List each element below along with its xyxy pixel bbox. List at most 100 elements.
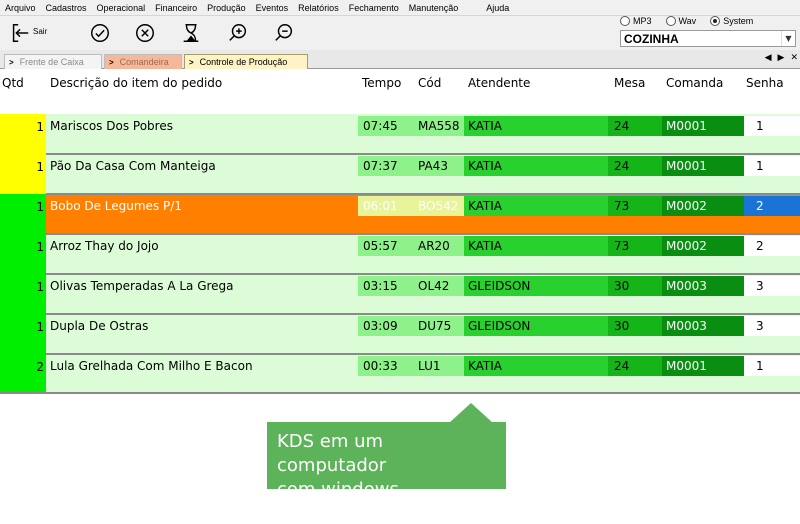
menu-relatorios[interactable]: Relatórios (293, 3, 344, 13)
exit-icon (12, 24, 29, 42)
menu-manutencao[interactable]: Manutenção (404, 3, 464, 13)
callout-pointer (449, 403, 493, 423)
tab-label: Controle de Produção (199, 57, 288, 67)
cell-desc: Pão Da Casa Com Manteiga (50, 159, 216, 173)
cell-qtd: 1 (36, 240, 44, 254)
cell-tempo: 07:37 (358, 156, 414, 176)
cell-senha: 3 (744, 276, 800, 296)
table-row[interactable]: 1 Olivas Temperadas A La Grega 03:15 OL42 GL… (0, 274, 800, 314)
zoom-out-icon (275, 24, 293, 41)
station-select[interactable]: COZINHA ▼ (620, 30, 796, 47)
tab-scroll-right-icon[interactable]: ▶ (778, 53, 785, 63)
cell-comanda: M0001 (662, 156, 744, 176)
cell-cod: OL42 (414, 276, 464, 296)
header-tempo: Tempo (362, 76, 402, 90)
cell-desc: Lula Grelhada Com Milho E Bacon (50, 359, 253, 373)
cell-desc: Mariscos Dos Pobres (50, 119, 173, 133)
cell-qtd: 1 (36, 160, 44, 174)
tab-scroll-left-icon[interactable]: ◀ (765, 53, 772, 63)
header-mesa: Mesa (614, 76, 646, 90)
table-row[interactable]: 1 Mariscos Dos Pobres 07:45 MA558 KATIA 24 M00… (0, 114, 800, 154)
confirm-button[interactable] (86, 19, 114, 47)
cell-qtd: 2 (36, 360, 44, 374)
cell-cod: BO542 (414, 196, 464, 216)
timer-button[interactable] (177, 19, 205, 47)
menu-cadastros[interactable]: Cadastros (41, 3, 92, 13)
cancel-button[interactable] (131, 19, 159, 47)
row-divider (46, 354, 800, 355)
cell-mesa: 24 (608, 116, 662, 136)
cell-mesa: 24 (608, 156, 662, 176)
menu-operacional[interactable]: Operacional (92, 3, 151, 13)
radio-dot-selected (710, 16, 721, 26)
table-row[interactable]: 1 Bobo De Legumes P/1 06:01 BO542 KATIA 73 M00… (0, 194, 800, 234)
cell-tempo: 00:33 (358, 356, 414, 376)
cell-tempo: 07:45 (358, 116, 414, 136)
chevron-right-icon: > (9, 57, 14, 67)
cell-comanda: M0001 (662, 356, 744, 376)
toolbar: Sair MP3 Wav System COZINHA ▼ (0, 16, 800, 50)
menu-bar: Arquivo Cadastros Operacional Financeiro… (0, 0, 800, 16)
cell-mesa: 73 (608, 236, 662, 256)
menu-ajuda[interactable]: Ajuda (481, 3, 514, 13)
cell-comanda: M0001 (662, 116, 744, 136)
zoom-in-button[interactable] (224, 19, 252, 47)
cell-qtd: 1 (36, 120, 44, 134)
cell-cod: AR20 (414, 236, 464, 256)
cell-atendente: KATIA (464, 236, 608, 256)
menu-fechamento[interactable]: Fechamento (344, 3, 404, 13)
cell-desc: Bobo De Legumes P/1 (50, 199, 182, 213)
cell-comanda: M0002 (662, 236, 744, 256)
chevron-right-icon: > (109, 57, 114, 67)
cell-senha: 1 (744, 156, 800, 176)
sound-options: MP3 Wav System (620, 16, 767, 26)
cell-atendente: KATIA (464, 356, 608, 376)
table-row[interactable]: 1 Dupla De Ostras 03:09 DU75 GLEIDSON 30 M0003… (0, 314, 800, 354)
station-value: COZINHA (624, 31, 679, 46)
tab-frente-de-caixa[interactable]: > Frente de Caixa (4, 54, 102, 69)
tab-comandeira[interactable]: > Comandeira (104, 54, 182, 69)
callout-box: KDS em um computador com windows. (267, 422, 506, 500)
cell-comanda: M0003 (662, 276, 744, 296)
table-header: Qtd Descrição do item do pedido Tempo Có… (0, 70, 800, 114)
header-desc: Descrição do item do pedido (50, 76, 223, 90)
cell-senha: 1 (744, 356, 800, 376)
zoom-out-button[interactable] (270, 19, 298, 47)
menu-financeiro[interactable]: Financeiro (150, 3, 202, 13)
tab-controls: ◀ ▶ ✕ (759, 53, 798, 63)
radio-mp3[interactable]: MP3 (620, 16, 652, 26)
table-row[interactable]: 1 Pão Da Casa Com Manteiga 07:37 PA43 KATIA 2… (0, 154, 800, 194)
radio-wav[interactable]: Wav (665, 16, 696, 26)
cell-mesa: 73 (608, 196, 662, 216)
table-bottom-border (0, 392, 800, 393)
radio-dot (665, 16, 676, 26)
hourglass-icon (183, 24, 199, 42)
radio-system[interactable]: System (710, 16, 753, 26)
cell-cod: PA43 (414, 156, 464, 176)
header-cod: Cód (418, 76, 442, 90)
tab-label: Frente de Caixa (19, 57, 84, 67)
tab-bar: > Frente de Caixa > Comandeira > Control… (0, 50, 800, 69)
cell-tempo: 03:15 (358, 276, 414, 296)
cell-qtd: 1 (36, 280, 44, 294)
cell-mesa: 30 (608, 276, 662, 296)
header-senha: Senha (746, 76, 784, 90)
chevron-down-icon[interactable]: ▼ (781, 31, 795, 46)
tab-label: Comandeira (119, 57, 169, 67)
row-divider (46, 154, 800, 155)
tab-close-icon[interactable]: ✕ (790, 53, 798, 63)
table-row[interactable]: 1 Arroz Thay do Jojo 05:57 AR20 KATIA 73 M0002… (0, 234, 800, 274)
cell-desc: Olivas Temperadas A La Grega (50, 279, 234, 293)
table-row[interactable]: 2 Lula Grelhada Com Milho E Bacon 00:33 LU1… (0, 354, 800, 394)
callout-line-2: com windows. (277, 479, 405, 500)
menu-arquivo[interactable]: Arquivo (0, 3, 41, 13)
tab-controle-de-producao[interactable]: > Controle de Produção (184, 54, 308, 69)
menu-eventos[interactable]: Eventos (251, 3, 294, 13)
cell-atendente: KATIA (464, 116, 608, 136)
row-divider (46, 274, 800, 275)
exit-button[interactable] (6, 19, 34, 47)
row-divider (46, 314, 800, 315)
cell-atendente: KATIA (464, 156, 608, 176)
menu-producao[interactable]: Produção (202, 3, 251, 13)
cell-cod: MA558 (414, 116, 464, 136)
